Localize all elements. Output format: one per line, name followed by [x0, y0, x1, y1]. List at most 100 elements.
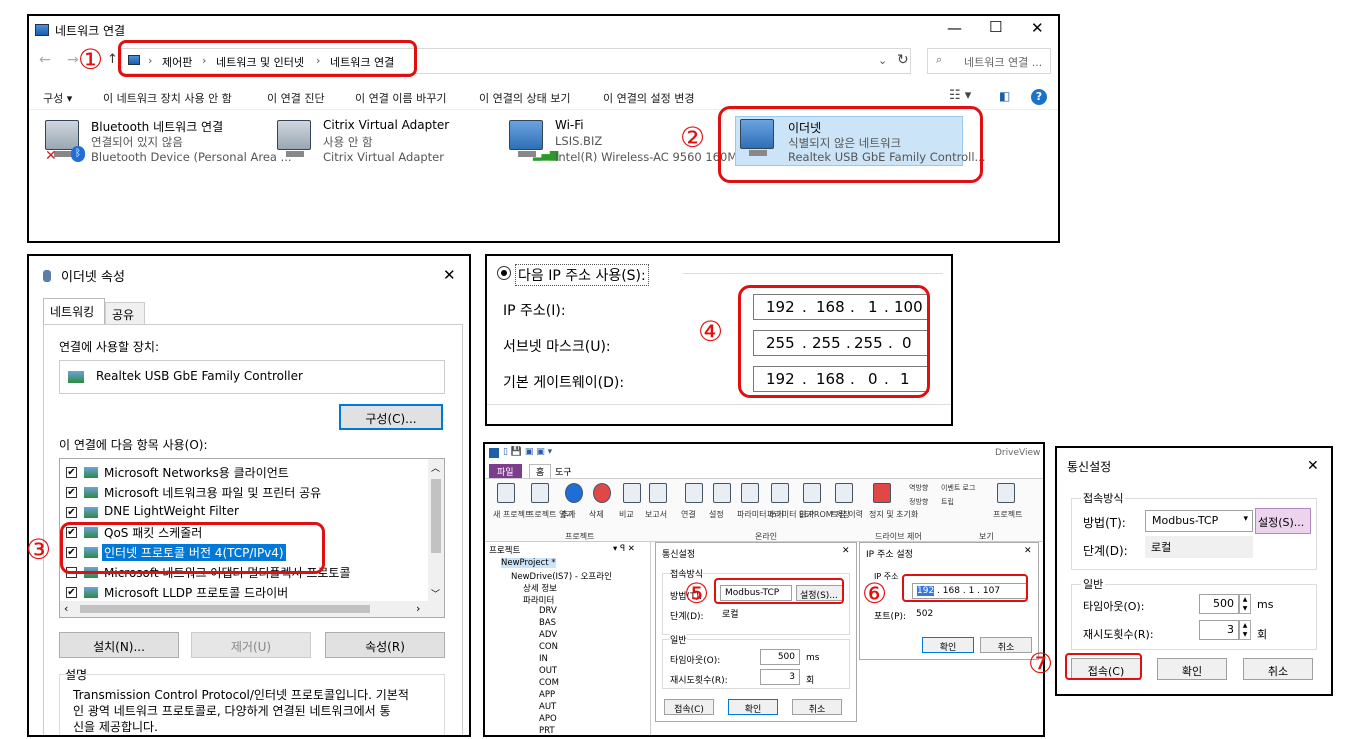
ribbon-button[interactable]: 비교	[619, 509, 634, 520]
install-button[interactable]: 설치(N)...	[59, 632, 179, 658]
tab-file[interactable]: 파일	[489, 464, 522, 479]
ribbon-button[interactable]: 설정	[709, 509, 724, 520]
organize-menu[interactable]: 구성 ▾	[43, 90, 72, 106]
item-checkbox[interactable]	[66, 567, 77, 578]
ribbon-button[interactable]: 추가	[561, 509, 576, 520]
timeout-input[interactable]: 500	[1199, 594, 1239, 614]
adapter-citrix[interactable]: Citrix Virtual Adapter 사용 안 함 Citrix Vir…	[277, 118, 507, 172]
configure-button[interactable]: 구성(C)...	[339, 404, 443, 430]
ip-address-input[interactable]: 192. 168. 1. 100	[753, 294, 929, 320]
disable-device-button[interactable]: 이 네트워크 장치 사용 안 함	[103, 90, 232, 106]
scroll-right-icon[interactable]: ›	[416, 602, 420, 615]
connect-button[interactable]: 접속(C)	[1071, 658, 1141, 680]
ribbon-button[interactable]: 프로젝트	[993, 509, 1022, 520]
tab-networking[interactable]: 네트워킹	[43, 298, 105, 324]
cancel-button[interactable]: 취소	[792, 699, 842, 715]
rename-button[interactable]: 이 연결 이름 바꾸기	[355, 90, 446, 106]
search-box[interactable]: ⌕ 네트워크 연결 ...	[927, 48, 1051, 74]
item-checkbox[interactable]: ✔	[66, 487, 77, 498]
close-icon[interactable]: ✕	[842, 546, 850, 556]
tab-tools[interactable]: 도구	[555, 465, 572, 478]
close-icon[interactable]: ✕	[1307, 458, 1319, 474]
tree-item[interactable]: DRV	[539, 606, 557, 616]
ribbon-button[interactable]: 연결	[681, 509, 696, 520]
up-arrow-icon[interactable]: ↑	[107, 52, 118, 67]
timeout-spinner[interactable]: ▲ ▼	[1239, 594, 1251, 614]
item-checkbox[interactable]: ✔	[66, 587, 77, 598]
chevron-down-icon[interactable]: ⌄	[878, 54, 887, 67]
tree-item[interactable]: APP	[539, 690, 555, 700]
scroll-left-icon[interactable]: ‹	[64, 602, 68, 615]
ribbon-button[interactable]: 정지 및 초기화	[869, 509, 918, 520]
list-item[interactable]: ✔ Microsoft 네트워크용 파일 및 프린터 공유	[60, 483, 430, 502]
settings-button[interactable]: 설정(S)...	[1255, 508, 1311, 534]
subnet-mask-input[interactable]: 255. 255. 255. 0	[753, 330, 929, 356]
ok-button[interactable]: 확인	[922, 637, 974, 653]
tree-item[interactable]: COM	[539, 678, 559, 688]
breadcrumb-control-panel[interactable]: 제어판	[162, 54, 192, 70]
tree-item[interactable]: BAS	[539, 618, 556, 628]
tab-home[interactable]: 홈	[529, 464, 552, 478]
ribbon-button[interactable]: 정방향	[909, 497, 928, 507]
ribbon-button[interactable]: 삭제	[589, 509, 604, 520]
method-select[interactable]: Modbus-TCP	[720, 585, 792, 601]
ribbon-button[interactable]: 역방향	[909, 483, 928, 493]
tree-item[interactable]: 파라미터	[523, 594, 554, 606]
list-item[interactable]: ✔ QoS 패킷 스케줄러	[60, 523, 430, 542]
connect-button[interactable]: 접속(C)	[664, 699, 714, 715]
list-item[interactable]: Microsoft 네트워크 어댑터 멀티플렉서 프로토콜	[60, 563, 430, 582]
view-options-icon[interactable]: ☷ ▾	[949, 88, 971, 103]
list-item[interactable]: ✔ Microsoft Networks용 클라이언트	[60, 463, 430, 482]
ribbon-button[interactable]: 이벤트 로그	[941, 483, 975, 493]
maximize-button[interactable]: ☐	[989, 18, 1002, 36]
tree-item[interactable]: NewProject *	[501, 558, 556, 568]
method-select[interactable]: Modbus-TCP ▾	[1145, 510, 1253, 532]
scroll-thumb[interactable]	[80, 605, 370, 613]
item-checkbox[interactable]: ✔	[66, 467, 77, 478]
use-following-ip-label[interactable]: 다음 IP 주소 사용(S):	[515, 264, 649, 286]
scroll-down-icon[interactable]: ﹀	[431, 587, 440, 600]
tree-item[interactable]: CON	[539, 642, 558, 652]
list-item[interactable]: ✔ Microsoft LLDP 프로토콜 드라이버	[60, 583, 430, 602]
tab-sharing[interactable]: 공유	[105, 302, 145, 324]
adapter-ethernet[interactable]: 이더넷 식별되지 않은 네트워크 Realtek USB GbE Family …	[735, 116, 985, 166]
change-settings-button[interactable]: 이 연결의 설정 변경	[603, 90, 694, 106]
scroll-up-icon[interactable]: ︿	[431, 461, 440, 474]
quick-access-icons[interactable]: ▯ 💾 ▣ ▣ ▾	[503, 447, 552, 457]
tree-item[interactable]: AUT	[539, 702, 556, 712]
tree-item[interactable]: OUT	[539, 666, 557, 676]
ip-input[interactable]: 192 . 168 . 1 . 107	[912, 583, 1028, 599]
tree-item[interactable]: NewDrive(IS7) - 오프라인	[511, 570, 612, 582]
scroll-thumb[interactable]	[431, 479, 441, 553]
list-item[interactable]: ✔ DNE LightWeight Filter	[60, 503, 430, 522]
tree-item[interactable]: 상세 정보	[523, 582, 557, 594]
tree-item[interactable]: IN	[539, 654, 548, 664]
close-button[interactable]: ✕	[1031, 19, 1044, 37]
list-item[interactable]: ✔ 인터넷 프로토콜 버전 4(TCP/IPv4)	[60, 543, 430, 562]
item-checkbox[interactable]: ✔	[66, 547, 77, 558]
horizontal-scrollbar[interactable]: ‹ ›	[60, 601, 444, 617]
refresh-icon[interactable]: ↻	[897, 52, 909, 68]
ribbon-button[interactable]: 트립 이력	[831, 509, 863, 520]
item-checkbox[interactable]: ✔	[66, 507, 77, 518]
vertical-scrollbar[interactable]: ︿ ﹀	[428, 459, 444, 601]
retry-input[interactable]: 3	[760, 669, 800, 685]
breadcrumb-network-internet[interactable]: 네트워크 및 인터넷	[216, 54, 304, 70]
close-icon[interactable]: ✕	[1024, 546, 1032, 556]
ok-button[interactable]: 확인	[1157, 658, 1227, 680]
minimize-button[interactable]: —	[947, 19, 962, 37]
adapter-bluetooth[interactable]: ✕ ᛒ Bluetooth 네트워크 연결 연결되어 있지 않음 Bluetoo…	[45, 118, 292, 172]
diagnose-button[interactable]: 이 연결 진단	[267, 90, 325, 106]
retry-input[interactable]: 3	[1199, 620, 1239, 640]
timeout-input[interactable]: 500	[760, 649, 800, 665]
close-icon[interactable]: ✕	[443, 266, 456, 284]
selected-radio[interactable]	[497, 266, 511, 280]
ribbon-button[interactable]: 보고서	[645, 509, 667, 520]
address-bar[interactable]: › 제어판 › 네트워크 및 인터넷 › 네트워크 연결 ⌄	[121, 48, 911, 74]
back-arrow-icon[interactable]: ←	[39, 52, 51, 68]
tree-item[interactable]: APO	[539, 714, 557, 724]
properties-button[interactable]: 속성(R)	[325, 632, 445, 658]
settings-button[interactable]: 설정(S)...	[796, 585, 844, 601]
cancel-button[interactable]: 취소	[980, 637, 1032, 653]
pane-controls[interactable]: ▾ ꟼ ✕	[613, 544, 635, 554]
